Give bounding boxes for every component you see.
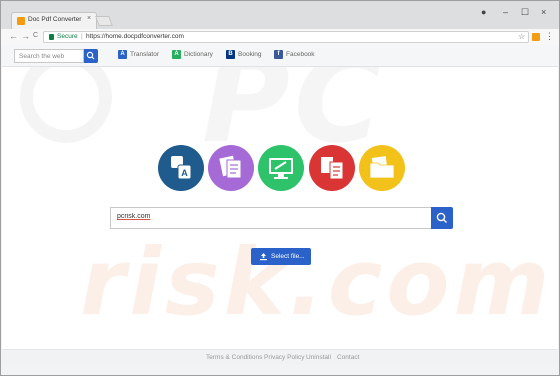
maximize-button[interactable]: ☐: [521, 7, 529, 18]
select-file-button[interactable]: Select file...: [251, 248, 311, 265]
watermark-bottom-text: risk.com: [80, 229, 554, 336]
pdf-convert-icon: [321, 157, 344, 180]
footer-link-contact[interactable]: Contact: [337, 354, 359, 361]
secure-label: Secure: [57, 33, 78, 40]
translator-icon: A: [118, 50, 127, 59]
profile-icon[interactable]: ●: [481, 7, 486, 17]
toolbar-link-facebook[interactable]: Facebook: [286, 51, 315, 58]
main-search-box: [110, 207, 432, 229]
toolbar-link-translator[interactable]: Translator: [130, 51, 159, 58]
documents-icon: [219, 155, 242, 179]
extension-toolbar: Search the web A Translator A Dictionary…: [2, 45, 558, 67]
monitor-edit-icon: [269, 158, 293, 179]
tab-close-icon[interactable]: ×: [87, 15, 91, 22]
footer-link-terms[interactable]: Terms & Conditions: [206, 354, 262, 361]
reload-button[interactable]: C: [33, 32, 38, 39]
toolbar-link-booking[interactable]: Booking: [238, 51, 262, 58]
close-window-button[interactable]: ×: [541, 7, 546, 17]
search-icon: [86, 51, 95, 60]
page-footer: Terms & Conditions Privacy Policy Uninst…: [2, 349, 558, 365]
browser-menu-icon[interactable]: ⋮: [545, 31, 554, 42]
documents-category-button[interactable]: [208, 145, 254, 191]
translate-icon: A: [171, 156, 192, 180]
upload-icon: [260, 253, 267, 261]
folder-icon: [369, 156, 395, 179]
extension-icon[interactable]: [532, 33, 540, 41]
dictionary-icon: A: [172, 50, 181, 59]
back-button[interactable]: ←: [9, 31, 18, 41]
booking-icon: B: [226, 50, 235, 59]
translate-category-button[interactable]: A: [158, 145, 204, 191]
page-content: PC risk.com Search the web A Translator …: [2, 45, 558, 365]
favicon-icon: [17, 17, 25, 25]
facebook-icon: f: [274, 50, 283, 59]
toolbar-search-button[interactable]: [84, 49, 98, 63]
svg-text:A: A: [181, 168, 188, 178]
url-separator: |: [81, 33, 83, 40]
search-icon: [436, 212, 447, 223]
title-bar: Doc Pdf Converter × ● – ☐ ×: [1, 1, 559, 29]
folder-category-button[interactable]: [359, 145, 405, 191]
url-text: https://home.docpdfconverter.com: [86, 33, 184, 40]
main-search-input[interactable]: [117, 213, 417, 220]
address-bar[interactable]: Secure | https://home.docpdfconverter.co…: [43, 31, 529, 43]
pdf-category-button[interactable]: [309, 145, 355, 191]
toolbar-link-dictionary[interactable]: Dictionary: [184, 51, 213, 58]
select-file-label: Select file...: [271, 253, 305, 260]
lock-icon: [49, 34, 54, 40]
minimize-button[interactable]: –: [503, 7, 508, 17]
footer-link-uninstall[interactable]: Uninstall: [306, 354, 331, 361]
monitor-category-button[interactable]: [258, 145, 304, 191]
browser-window: Doc Pdf Converter × ● – ☐ × ← → C Secure…: [0, 0, 560, 376]
toolbar-search-input[interactable]: Search the web: [14, 49, 84, 63]
new-tab-button[interactable]: [95, 16, 113, 26]
browser-tab[interactable]: Doc Pdf Converter ×: [11, 12, 97, 29]
forward-button[interactable]: →: [21, 31, 30, 41]
bookmark-star-icon[interactable]: ☆: [518, 32, 525, 41]
main-search-button[interactable]: [431, 207, 453, 229]
tab-title: Doc Pdf Converter: [28, 16, 82, 23]
footer-link-privacy[interactable]: Privacy Policy: [264, 354, 304, 361]
